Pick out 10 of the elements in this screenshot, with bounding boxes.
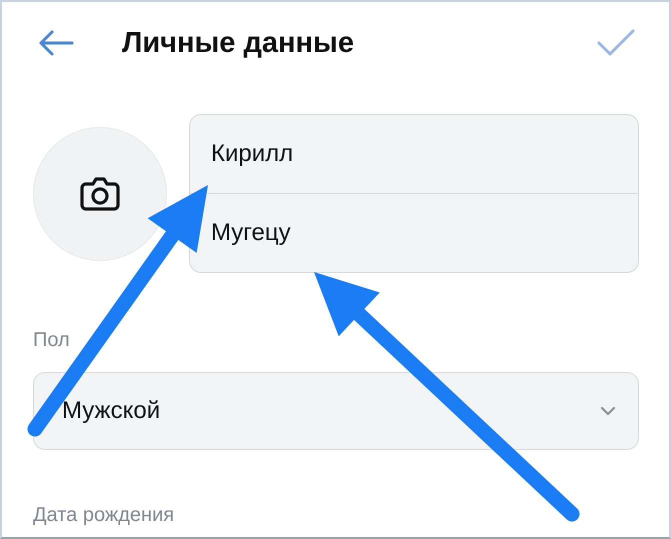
page-title: Личные данные (122, 26, 355, 60)
back-icon[interactable] (38, 30, 74, 56)
field-label: Пол (33, 329, 71, 352)
name-field[interactable]: Мугецу (189, 193, 639, 273)
camera-icon (80, 176, 120, 210)
name-field[interactable]: Кирилл (189, 114, 639, 193)
field-label: Дата рождения (33, 504, 176, 527)
gender-dropdown[interactable]: Мужской (33, 372, 639, 450)
checkmark-icon[interactable] (597, 29, 635, 57)
chevron-down-icon (600, 406, 616, 416)
